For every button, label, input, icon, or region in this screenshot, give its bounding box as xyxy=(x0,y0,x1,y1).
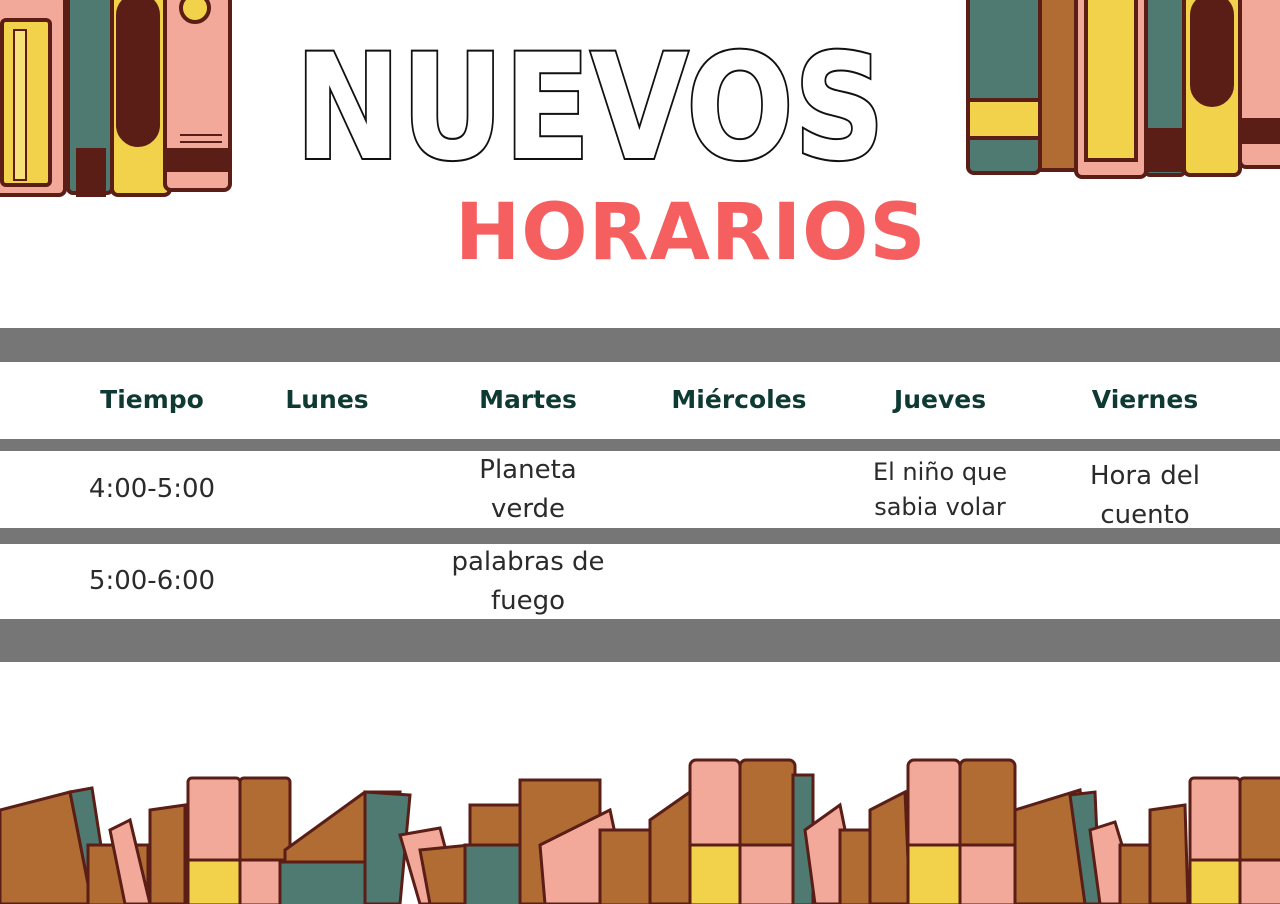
column-header-viernes: Viernes xyxy=(1091,384,1199,414)
books-top-left-icon xyxy=(0,0,232,197)
column-header-miercoles: Miércoles xyxy=(671,384,807,414)
table-top-bar xyxy=(0,328,1280,362)
column-header-martes: Martes xyxy=(479,384,577,414)
time-cell: 5:00-6:00 xyxy=(88,566,216,596)
lunes-cell xyxy=(244,544,410,619)
viernes-cell: Hora del cuento xyxy=(1089,461,1201,530)
page-subtitle: HORARIOS xyxy=(455,188,927,278)
viernes-cell xyxy=(1048,544,1242,619)
page-title: NUEVOS xyxy=(293,21,887,178)
time-cell: 4:00-5:00 xyxy=(88,474,216,504)
miercoles-cell xyxy=(646,451,832,528)
column-header-jueves: Jueves xyxy=(893,384,987,414)
books-top-right-icon xyxy=(966,0,1280,179)
bookshelf-icon xyxy=(0,758,1280,904)
svg-text:NUEVOS: NUEVOS xyxy=(295,23,885,178)
column-header-tiempo: Tiempo xyxy=(100,384,204,414)
martes-cell: palabras de fuego xyxy=(451,546,605,616)
jueves-cell: El niño que sabia volar xyxy=(872,457,1008,521)
miercoles-cell xyxy=(646,544,832,619)
table-bottom-bar xyxy=(0,619,1280,662)
lunes-cell xyxy=(244,451,410,528)
martes-cell: Planeta verde xyxy=(479,454,577,524)
column-header-lunes: Lunes xyxy=(285,384,369,414)
table-divider xyxy=(0,439,1280,451)
jueves-cell xyxy=(832,544,1048,619)
